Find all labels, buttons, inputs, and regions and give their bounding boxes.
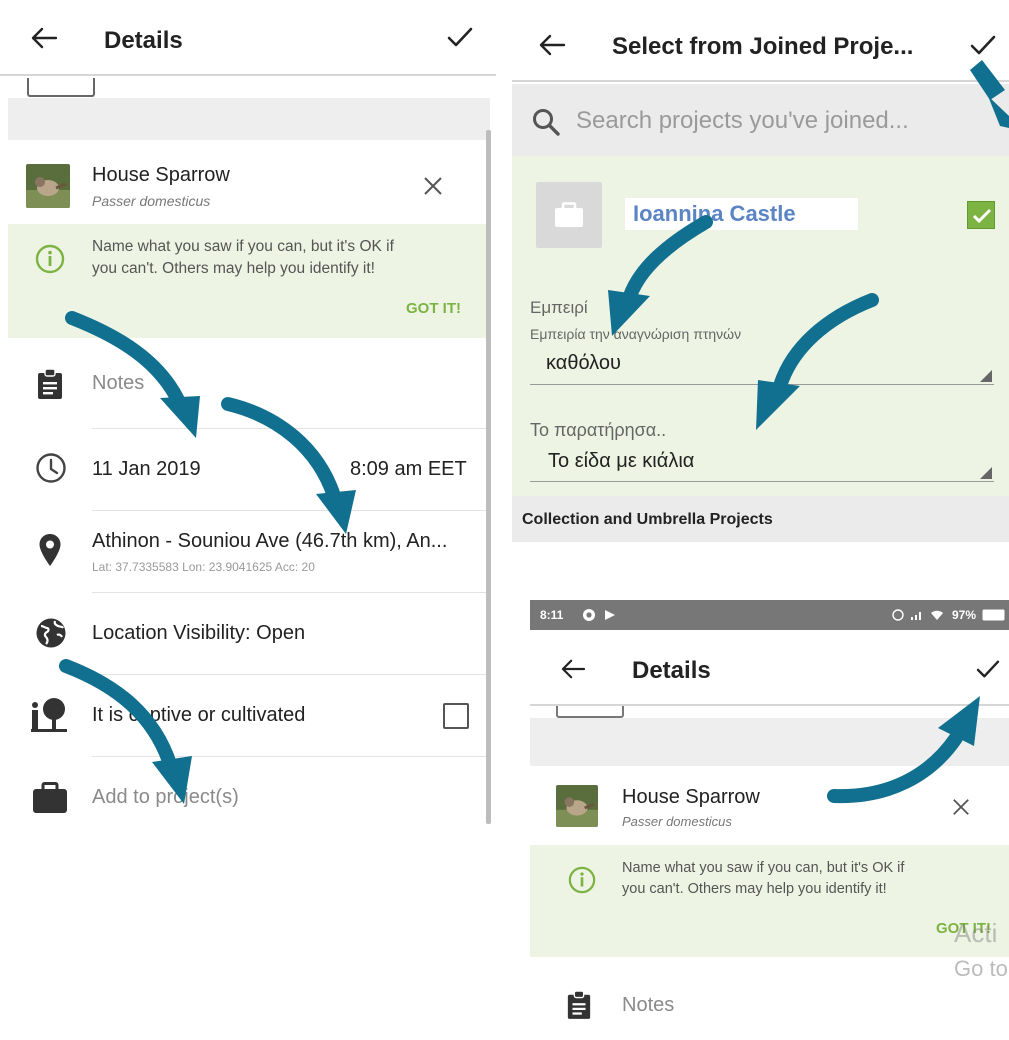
status-time: 8:11 [540,608,564,622]
toolbar: Details [0,0,496,76]
status-bar: 8:11 97% [530,600,1009,630]
project-thumbnail [536,182,602,248]
signal-icon [911,612,921,620]
species-thumbnail[interactable] [26,164,70,208]
scrollbar[interactable] [486,130,491,824]
field-experience-description: Εμπειρία την αναγνώριση πτηνών [530,326,742,342]
project-checkbox[interactable] [967,201,995,229]
close-icon[interactable] [423,176,443,196]
divider [92,428,490,429]
grey-separator [530,718,1009,766]
location-name[interactable]: Athinon - Souniou Ave (46.7th km), An... [92,530,447,553]
details-screen-left: Details House Sparrow Passer domesticus … [0,0,496,830]
briefcase-icon [33,782,67,813]
photo-placeholder[interactable] [27,78,95,97]
divider [92,756,490,757]
hint-line-2: you can't. Others may help you identify … [622,881,887,897]
page-title: Details [632,657,711,684]
dropdown-triangle-icon[interactable] [980,370,992,382]
field-experience-select[interactable]: καθόλου [546,352,621,375]
species-name: House Sparrow [92,164,230,186]
details-screen-right: 8:11 97% Details House Sparrow Passer do… [530,600,1009,1040]
hint-line-2: you can't. Others may help you identify … [92,260,375,277]
battery-level: 97% [952,608,977,622]
species-scientific-name: Passer domesticus [92,193,211,209]
back-arrow-icon[interactable] [560,658,586,680]
globe-icon [36,618,66,648]
battery-icon [982,609,1005,621]
alarm-icon [892,609,904,621]
divider [92,592,490,593]
add-to-projects-button[interactable]: Add to project(s) [92,786,239,809]
select-projects-screen: Select from Joined Proje... Search proje… [512,0,1009,545]
info-icon [568,866,596,894]
location-visibility[interactable]: Location Visibility: Open [92,622,305,645]
play-icon [605,610,615,620]
species-name: House Sparrow [622,786,760,808]
page-title: Select from Joined Proje... [612,33,914,60]
select-underline [530,481,994,482]
watermark-goto: Go to [954,956,1008,981]
divider [92,674,490,675]
watermark-activate: Acti [954,918,998,948]
select-underline [530,384,994,385]
search-input[interactable]: Search projects you've joined... [576,107,909,135]
back-arrow-icon[interactable] [30,26,58,50]
species-scientific-name: Passer domesticus [622,814,732,829]
page-title: Details [104,27,183,54]
divider [92,510,490,511]
sparrow-photo-icon [556,785,598,827]
checkmark-icon[interactable] [976,659,1000,679]
checkmark-icon[interactable] [447,26,473,48]
location-coordinates: Lat: 37.7335583 Lon: 23.9041625 Acc: 20 [92,560,315,574]
observation-date[interactable]: 11 Jan 2019 [92,458,201,481]
sparrow-photo-icon [26,164,70,208]
captive-label: It is captive or cultivated [92,704,306,726]
field-observed-select[interactable]: Το είδα με κιάλια [548,450,694,473]
toolbar: Details [530,630,1009,706]
clipboard-icon [38,368,62,399]
captive-checkbox[interactable] [443,703,469,729]
wifi-icon [931,610,943,620]
chrome-icon [583,609,595,621]
photo-placeholder[interactable] [556,706,624,718]
hint-line-1: Name what you saw if you can, but it's O… [622,860,905,876]
field-observed-label: Το παρατήρησα.. [530,420,667,440]
checkmark-icon[interactable] [970,34,996,56]
clipboard-icon [567,990,591,1019]
briefcase-icon [555,202,583,227]
back-arrow-icon[interactable] [538,33,566,57]
hint-line-1: Name what you saw if you can, but it's O… [92,238,394,255]
info-icon [35,244,65,274]
checkmark-icon [972,208,992,224]
project-name: Ioannina Castle [633,201,796,226]
section-header-label: Collection and Umbrella Projects [522,511,773,528]
close-icon[interactable] [952,798,970,816]
observation-time[interactable]: 8:09 am EET [350,458,467,481]
notes-input[interactable]: Notes [622,994,674,1017]
grey-separator [8,98,490,140]
search-icon [533,109,560,136]
location-pin-icon [39,534,61,566]
dropdown-triangle-icon[interactable] [980,467,992,479]
got-it-button[interactable]: GOT IT! [406,300,461,317]
tree-person-icon [31,698,67,732]
toolbar: Select from Joined Proje... [512,0,1009,82]
field-experience-label: Εμπειρί [530,298,588,317]
notes-input[interactable]: Notes [92,372,144,395]
clock-icon [36,453,66,483]
species-thumbnail[interactable] [556,785,598,827]
